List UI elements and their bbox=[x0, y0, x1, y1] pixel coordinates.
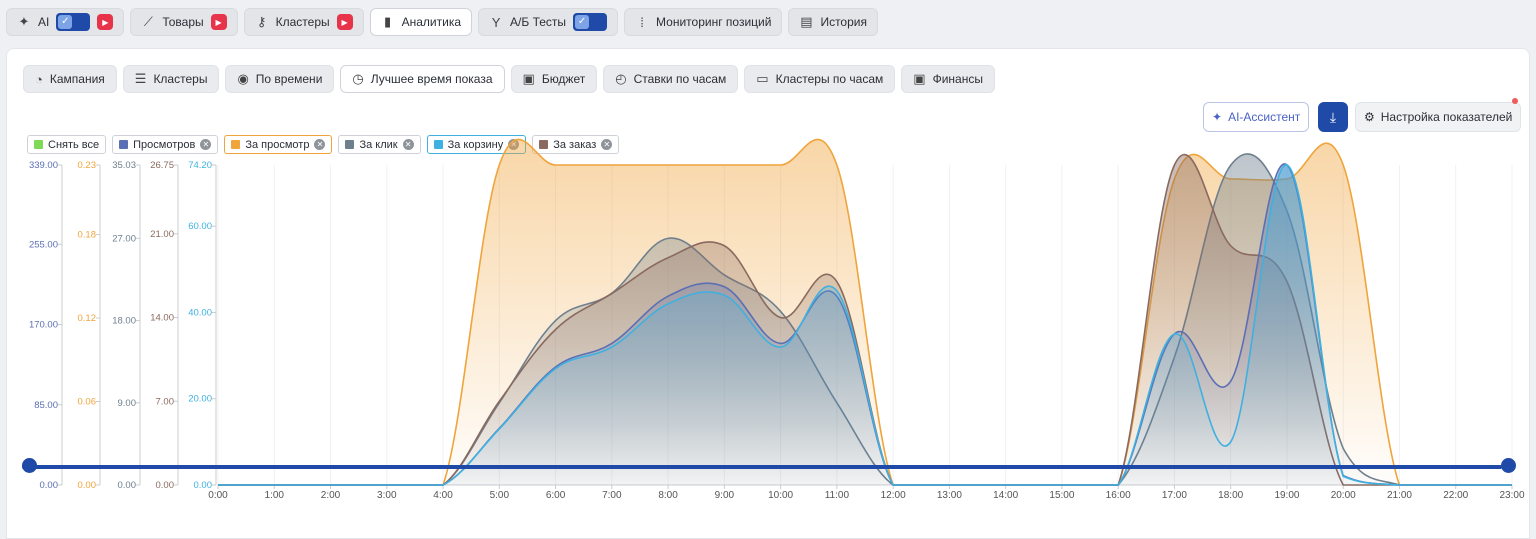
range-slider-track[interactable] bbox=[22, 465, 1502, 469]
y-tick-label: 85.00 bbox=[34, 400, 58, 411]
x-tick-label: 4:00 bbox=[433, 490, 453, 501]
y-tick-label: 14.00 bbox=[150, 313, 174, 324]
y-tick-label: 9.00 bbox=[118, 398, 137, 409]
y-tick-label: 255.00 bbox=[29, 239, 58, 250]
y-tick-label: 0.00 bbox=[118, 480, 137, 491]
x-tick-label: 1:00 bbox=[265, 490, 285, 501]
y-tick-label: 0.06 bbox=[78, 397, 97, 408]
y-tick-label: 20.00 bbox=[188, 394, 212, 405]
x-tick-label: 5:00 bbox=[490, 490, 510, 501]
y-tick-label: 27.00 bbox=[112, 233, 136, 244]
x-tick-label: 12:00 bbox=[881, 490, 906, 501]
x-tick-label: 0:00 bbox=[208, 490, 228, 501]
x-tick-label: 22:00 bbox=[1443, 490, 1468, 501]
y-tick-label: 0.00 bbox=[40, 480, 59, 491]
y-tick-label: 170.00 bbox=[29, 320, 58, 331]
x-tick-label: 23:00 bbox=[1499, 490, 1524, 501]
x-tick-label: 7:00 bbox=[602, 490, 622, 501]
x-tick-label: 14:00 bbox=[993, 490, 1018, 501]
y-tick-label: 0.00 bbox=[194, 480, 213, 491]
x-tick-label: 21:00 bbox=[1387, 490, 1412, 501]
y-tick-label: 21.00 bbox=[150, 229, 174, 240]
y-tick-label: 339.00 bbox=[29, 160, 58, 171]
y-tick-label: 0.23 bbox=[78, 160, 97, 171]
best-time-chart: 0:00 1:00 2:00 3:00 4:00 5:00 6:00 7:00 8:00 9:00… bbox=[29, 138, 1525, 501]
y-tick-label: 40.00 bbox=[188, 307, 212, 318]
x-tick-label: 20:00 bbox=[1331, 490, 1356, 501]
y-tick-label: 0.12 bbox=[78, 313, 97, 324]
y-tick-label: 60.00 bbox=[188, 221, 212, 232]
x-tick-label: 3:00 bbox=[377, 490, 397, 501]
y-tick-label: 0.00 bbox=[78, 480, 97, 491]
y-tick-label: 18.00 bbox=[112, 316, 136, 327]
y-tick-label: 0.00 bbox=[156, 480, 175, 491]
x-tick-label: 17:00 bbox=[1162, 490, 1187, 501]
x-tick-label: 6:00 bbox=[546, 490, 566, 501]
x-tick-label: 11:00 bbox=[825, 490, 850, 501]
x-tick-label: 18:00 bbox=[1218, 490, 1243, 501]
y-tick-label: 26.75 bbox=[150, 160, 174, 171]
range-slider-end-handle[interactable] bbox=[1501, 458, 1516, 473]
x-tick-label: 15:00 bbox=[1049, 490, 1074, 501]
x-tick-label: 13:00 bbox=[937, 490, 962, 501]
x-tick-label: 10:00 bbox=[768, 490, 793, 501]
y-tick-label: 0.18 bbox=[78, 230, 97, 241]
x-tick-label: 16:00 bbox=[1106, 490, 1131, 501]
x-tick-label: 9:00 bbox=[715, 490, 735, 501]
y-tick-label: 35.03 bbox=[112, 160, 136, 171]
x-tick-label: 8:00 bbox=[658, 490, 678, 501]
x-tick-label: 19:00 bbox=[1274, 490, 1299, 501]
x-tick-label: 2:00 bbox=[321, 490, 341, 501]
y-tick-label: 7.00 bbox=[156, 396, 175, 407]
range-slider-start-handle[interactable] bbox=[22, 458, 37, 473]
y-tick-label: 74.20 bbox=[188, 160, 212, 171]
